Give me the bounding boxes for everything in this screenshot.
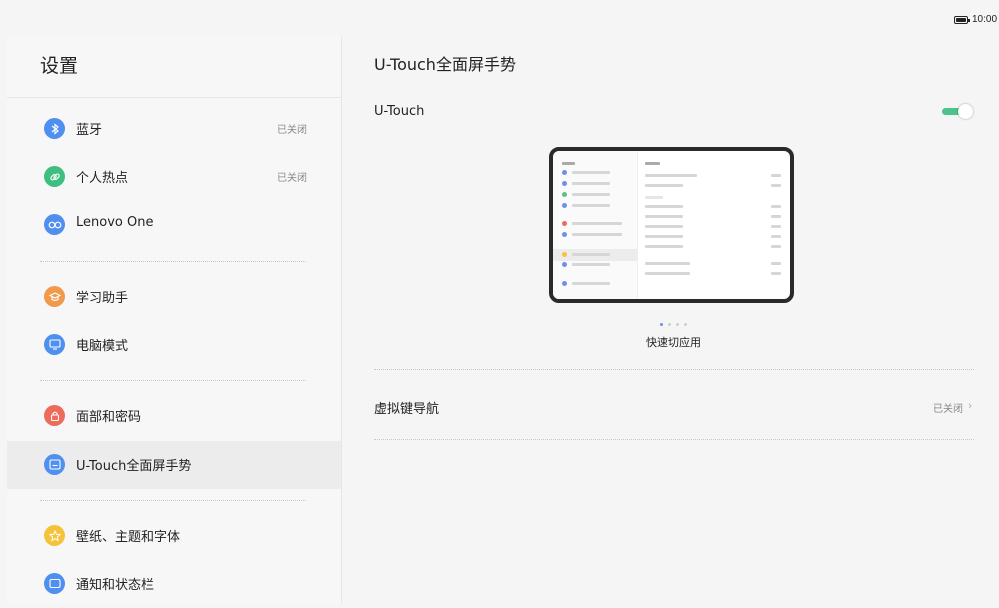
sidebar-item-status: 已关闭 [277,125,307,136]
main-panel: U-Touch全面屏手势 U-Touch 快速切应用 虚拟键导航 已关闭 › [342,36,999,604]
sidebar-item-label: U-Touch全面屏手势 [76,459,192,474]
utouch-toggle[interactable] [942,104,973,120]
virtual-nav-label[interactable]: 虚拟键导航 [374,398,439,417]
sidebar-item-label: 壁纸、主题和字体 [76,530,181,545]
sidebar-item-study-assistant[interactable]: 学习助手 [7,273,341,321]
sidebar-item-pc-mode[interactable]: 电脑模式 [7,321,341,369]
sidebar-divider [40,261,306,262]
sidebar-item-label: 蓝牙 [76,123,103,138]
sidebar: 设置 蓝牙 已关闭 个人热点 已关闭 Lenovo One 学习助手 电脑模式 [7,36,342,604]
sidebar-item-label: Lenovo One [76,215,154,230]
gesture-preview-image [549,147,794,303]
sidebar-item-hotspot[interactable]: 个人热点 已关闭 [7,153,341,201]
sidebar-divider [40,380,306,381]
status-bar: 10:00 [0,0,999,36]
sidebar-item-bluetooth[interactable]: 蓝牙 已关闭 [7,105,341,153]
virtual-nav-status: 已关闭 [933,404,963,415]
sidebar-item-label: 电脑模式 [76,339,129,354]
battery-full-icon [954,16,970,24]
star-icon [44,525,65,546]
sidebar-item-label: 学习助手 [76,291,129,306]
sidebar-item-utouch[interactable]: U-Touch全面屏手势 [7,441,341,489]
monitor-icon [44,334,65,355]
utouch-label: U-Touch [374,104,425,119]
sidebar-title: 设置 [40,55,79,77]
gesture-icon [44,454,65,475]
sidebar-item-wallpaper[interactable]: 壁纸、主题和字体 [7,512,341,560]
sidebar-header-divider [7,97,341,98]
lock-icon [44,405,65,426]
sidebar-divider [40,500,306,501]
page-title: U-Touch全面屏手势 [374,55,516,74]
section-divider [374,369,974,370]
sidebar-item-lenovo-one[interactable]: Lenovo One [7,201,341,249]
sidebar-item-label: 个人热点 [76,171,129,186]
status-time: 10:00 [972,14,998,25]
sidebar-item-status: 已关闭 [277,173,307,184]
sidebar-item-label: 通知和状态栏 [76,578,155,593]
bluetooth-icon [44,118,65,139]
sidebar-item-notifications[interactable]: 通知和状态栏 [7,560,341,608]
sidebar-item-label: 面部和密码 [76,410,142,425]
link-icon [44,166,65,187]
sidebar-item-face-password[interactable]: 面部和密码 [7,392,341,440]
chevron-right-icon: › [968,399,973,412]
section-divider [374,439,974,440]
carousel-caption: 快速切应用 [646,336,701,349]
infinity-icon [44,214,65,235]
graduation-cap-icon [44,286,65,307]
notification-icon [44,573,65,594]
carousel-page-indicator[interactable] [660,323,690,327]
